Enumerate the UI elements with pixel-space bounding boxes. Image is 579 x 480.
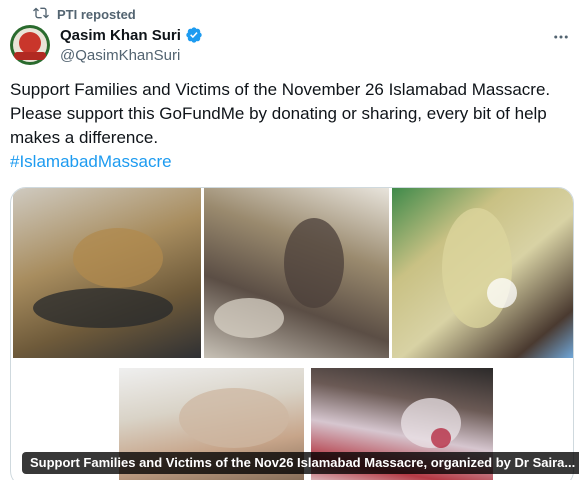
tweet-line: Support Families and Victims of the Nove… bbox=[10, 80, 551, 99]
repost-indicator[interactable]: PTI reposted bbox=[33, 4, 136, 24]
tweet-line: makes a difference. bbox=[10, 128, 159, 147]
author-handle[interactable]: @QasimKhanSuri bbox=[60, 47, 203, 67]
media-caption: Support Families and Victims of the Nov2… bbox=[22, 452, 579, 474]
author-block: Qasim Khan Suri @QasimKhanSuri bbox=[60, 25, 203, 67]
hashtag-link[interactable]: #IslamabadMassacre bbox=[10, 150, 570, 174]
avatar[interactable] bbox=[10, 25, 50, 65]
tweet-text: Support Families and Victims of the Nove… bbox=[10, 78, 570, 174]
repost-icon bbox=[33, 5, 49, 24]
media-photo[interactable] bbox=[392, 188, 573, 358]
repost-label: PTI reposted bbox=[57, 6, 136, 22]
verified-badge-icon[interactable] bbox=[185, 26, 203, 44]
media-card[interactable] bbox=[10, 187, 574, 480]
media-photo[interactable] bbox=[204, 188, 389, 358]
tweet-line: Please support this GoFundMe by donating… bbox=[10, 104, 547, 123]
more-icon bbox=[554, 35, 568, 39]
more-options-button[interactable] bbox=[551, 27, 571, 47]
media-photo[interactable] bbox=[13, 188, 201, 358]
author-name[interactable]: Qasim Khan Suri bbox=[60, 27, 181, 44]
